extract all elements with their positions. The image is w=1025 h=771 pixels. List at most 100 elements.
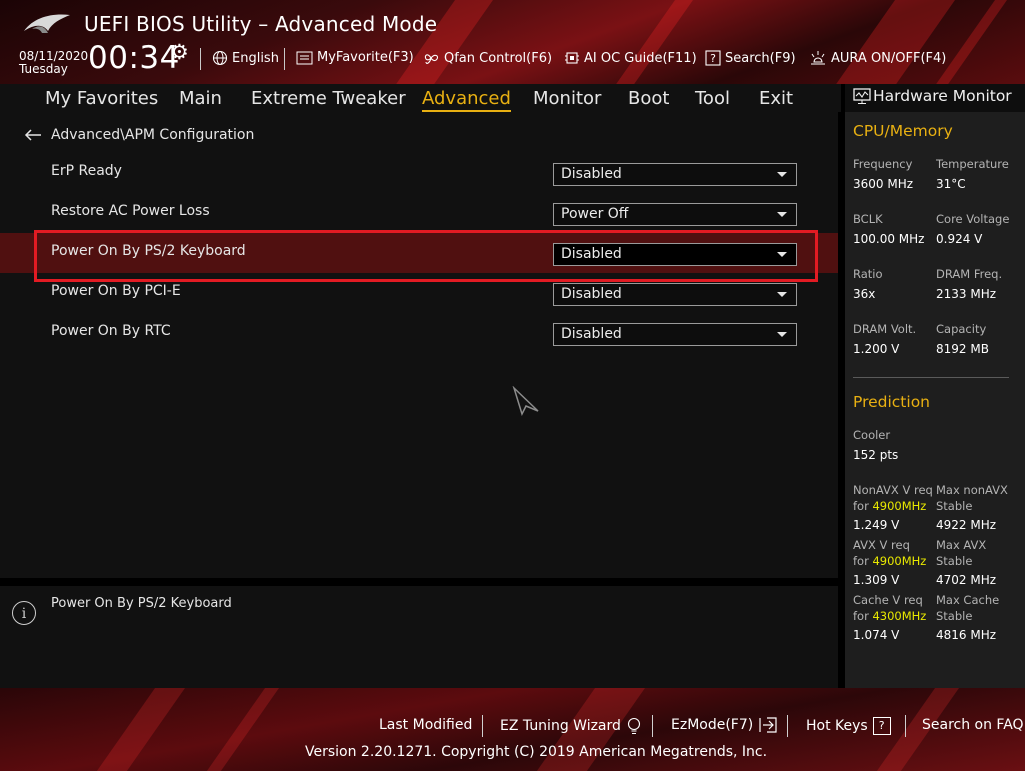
tab-boot[interactable]: Boot	[628, 88, 669, 109]
exit-arrow-icon	[759, 717, 777, 733]
restore-ac-power-loss-dropdown[interactable]: Power Off	[553, 203, 797, 226]
setting-label: Power On By RTC	[51, 323, 171, 339]
dram-freq-label: DRAM Freq.	[936, 267, 1003, 281]
tab-exit[interactable]: Exit	[759, 88, 793, 109]
tab-my-favorites[interactable]: My Favorites	[45, 88, 158, 109]
capacity-value: 8192 MB	[936, 342, 989, 356]
max-avx-label: Max AVX Stable	[936, 538, 987, 568]
gear-icon[interactable]: ⚙	[170, 40, 189, 64]
header-bar: UEFI BIOS Utility – Advanced Mode 08/11/…	[0, 0, 1025, 84]
hardware-monitor-title: Hardware Monitor	[873, 87, 1012, 105]
cooler-value: 152 pts	[853, 448, 899, 462]
breadcrumb[interactable]: Advanced\APM Configuration	[24, 127, 254, 143]
aura-light-icon	[811, 51, 825, 65]
date-display: 08/11/2020 Tuesday	[19, 50, 88, 76]
footer-divider	[652, 715, 653, 737]
nonavx-frequency: 4900MHz	[872, 499, 927, 513]
myfavorite-button[interactable]: MyFavorite(F3)	[296, 50, 414, 65]
bclk-value: 100.00 MHz	[853, 232, 925, 246]
hot-keys-label: Hot Keys	[806, 718, 868, 734]
back-arrow-icon[interactable]	[24, 129, 42, 141]
search-faq-button[interactable]: Search on FAQ	[922, 717, 1024, 733]
monitor-icon	[853, 88, 871, 104]
favorite-icon	[296, 51, 313, 64]
tab-monitor[interactable]: Monitor	[533, 88, 601, 109]
setting-row-erp-ready[interactable]: ErP Ready Disabled	[0, 153, 838, 193]
tab-advanced[interactable]: Advanced	[422, 88, 511, 112]
footer-divider	[787, 715, 788, 737]
search-button[interactable]: ? Search(F9)	[705, 50, 796, 66]
ai-oc-guide-button[interactable]: AI OC Guide(F11)	[564, 50, 697, 66]
bclk-label: BCLK	[853, 212, 883, 226]
ez-tuning-wizard-button[interactable]: EZ Tuning Wizard	[500, 717, 642, 735]
qfan-control-button[interactable]: Qfan Control(F6)	[422, 50, 552, 66]
selection-highlight-box	[34, 230, 818, 282]
nonavx-vreq-value: 1.249 V	[853, 518, 900, 532]
dropdown-value: Disabled	[561, 286, 622, 302]
search-label: Search(F9)	[725, 50, 796, 66]
tab-tool[interactable]: Tool	[695, 88, 730, 109]
cache-frequency: 4300MHz	[872, 609, 927, 623]
temperature-label: Temperature	[936, 157, 1009, 171]
fan-icon	[424, 54, 439, 64]
avx-frequency: 4900MHz	[872, 554, 927, 568]
aura-toggle-button[interactable]: AURA ON/OFF(F4)	[809, 50, 946, 66]
help-key-icon: ?	[872, 717, 891, 735]
day-text: Tuesday	[19, 62, 68, 76]
clock-time[interactable]: 00:34	[88, 40, 180, 76]
breadcrumb-path: Advanced\APM Configuration	[51, 127, 255, 143]
myfavorite-label: MyFavorite(F3)	[317, 50, 414, 65]
footer-bar: Last Modified EZ Tuning Wizard EzMode(F7…	[0, 688, 1025, 771]
globe-icon	[212, 50, 228, 66]
language-button[interactable]: English	[212, 50, 279, 66]
setting-row-power-on-rtc[interactable]: Power On By RTC Disabled	[0, 313, 838, 353]
max-avx-value: 4702 MHz	[936, 573, 997, 587]
setting-row-restore-ac-power-loss[interactable]: Restore AC Power Loss Power Off	[0, 193, 838, 233]
cooler-label: Cooler	[853, 428, 891, 442]
dram-volt-label: DRAM Volt.	[853, 322, 917, 336]
max-nonavx-label: Max nonAVX Stable	[936, 483, 1008, 513]
chevron-down-icon	[777, 172, 787, 177]
dropdown-value: Disabled	[561, 326, 622, 342]
ez-mode-label: EzMode(F7)	[671, 717, 754, 733]
ai-oc-label: AI OC Guide(F11)	[584, 50, 697, 66]
hot-keys-button[interactable]: Hot Keys ?	[806, 717, 891, 735]
svg-text:?: ?	[710, 52, 716, 65]
max-nonavx-value: 4922 MHz	[936, 518, 997, 532]
capacity-label: Capacity	[936, 322, 987, 336]
dram-volt-value: 1.200 V	[853, 342, 900, 356]
qfan-label: Qfan Control(F6)	[444, 50, 553, 66]
dram-freq-value: 2133 MHz	[936, 287, 997, 301]
language-label: English	[232, 50, 279, 66]
settings-panel: Advanced\APM Configuration ErP Ready Dis…	[0, 112, 838, 578]
lightbulb-icon	[627, 717, 640, 734]
prediction-title: Prediction	[853, 393, 931, 411]
help-panel: i Power On By PS/2 Keyboard	[0, 586, 838, 688]
ratio-label: Ratio	[853, 267, 883, 281]
temperature-value: 31°C	[936, 177, 966, 191]
core-voltage-value: 0.924 V	[936, 232, 983, 246]
chevron-down-icon	[777, 332, 787, 337]
tab-main[interactable]: Main	[179, 88, 222, 109]
ez-tuning-label: EZ Tuning Wizard	[500, 718, 621, 734]
toolbar-divider	[200, 48, 201, 70]
power-on-rtc-dropdown[interactable]: Disabled	[553, 323, 797, 346]
hardware-monitor-panel: Hardware Monitor CPU/Memory Frequency 36…	[845, 84, 1025, 688]
power-on-pci-e-dropdown[interactable]: Disabled	[553, 283, 797, 306]
tab-extreme-tweaker[interactable]: Extreme Tweaker	[251, 88, 406, 109]
dropdown-value: Power Off	[561, 206, 629, 222]
last-modified-button[interactable]: Last Modified	[379, 717, 472, 733]
max-cache-label: Max Cache Stable	[936, 593, 1000, 623]
chevron-down-icon	[777, 212, 787, 217]
cpu-memory-title: CPU/Memory	[853, 122, 953, 140]
max-cache-value: 4816 MHz	[936, 628, 997, 642]
search-help-icon: ?	[705, 50, 721, 66]
erp-ready-dropdown[interactable]: Disabled	[553, 163, 797, 186]
cache-vreq-label: Cache V req for 4300MHz	[853, 593, 927, 623]
ratio-value: 36x	[853, 287, 876, 301]
info-icon: i	[12, 601, 36, 625]
mouse-cursor-icon	[512, 386, 539, 416]
aura-label: AURA ON/OFF(F4)	[831, 50, 947, 66]
ai-chip-icon	[565, 52, 579, 64]
ez-mode-button[interactable]: EzMode(F7)	[671, 717, 778, 733]
